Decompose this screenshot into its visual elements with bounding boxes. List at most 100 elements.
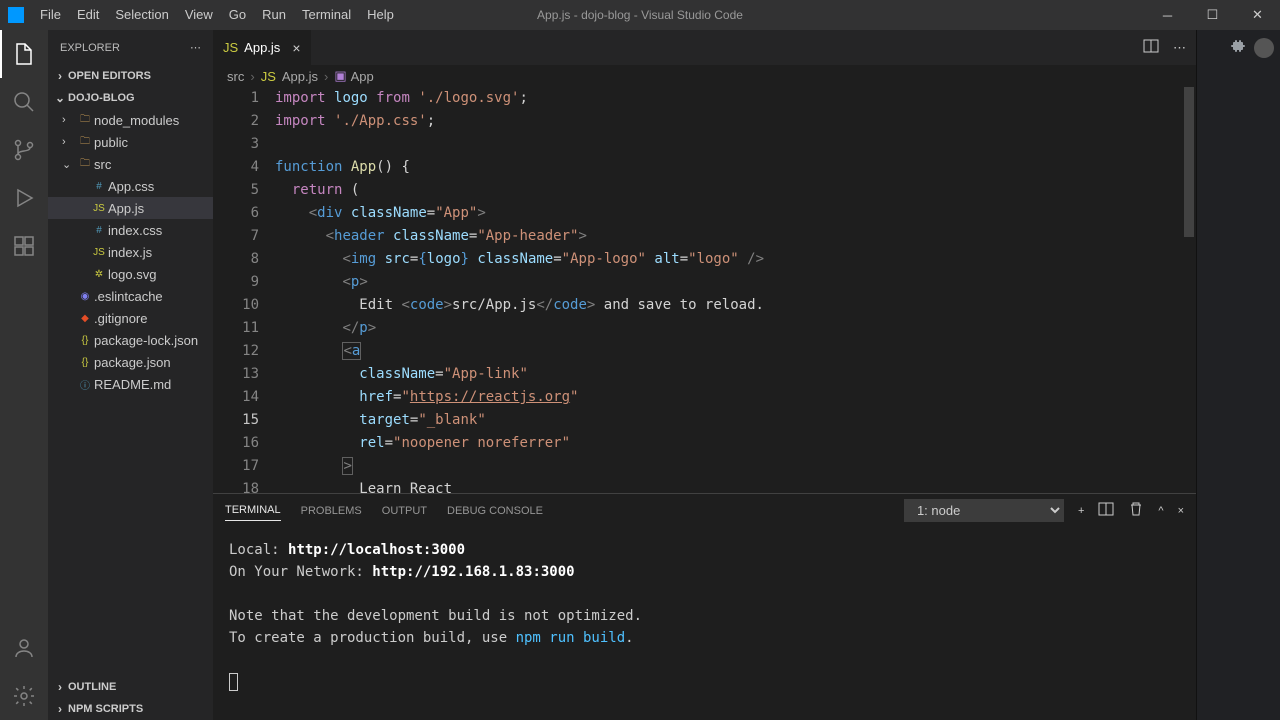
tree-item-App-css[interactable]: #App.css	[48, 175, 213, 197]
section-project[interactable]: ⌄ DOJO-BLOG	[48, 87, 213, 109]
tree-item-package-lock-json[interactable]: {}package-lock.json	[48, 329, 213, 351]
readme-icon: ⓘ	[76, 377, 94, 392]
chevron-right-icon: ›	[324, 69, 328, 84]
activity-debug[interactable]	[0, 174, 48, 222]
more-icon[interactable]: ⋯	[1173, 40, 1186, 56]
close-button[interactable]: ✕	[1235, 0, 1280, 30]
chevron-right-icon: ›	[250, 69, 254, 84]
git-icon: ◆	[76, 313, 94, 324]
folder-icon: 🗀	[76, 134, 94, 151]
chevron-up-icon[interactable]: ^	[1158, 505, 1163, 517]
menu-view[interactable]: View	[177, 0, 221, 30]
terminal-body[interactable]: Local: http://localhost:3000 On Your Net…	[213, 527, 1196, 720]
breadcrumb[interactable]: src › JS App.js › ▣ App	[213, 65, 1196, 87]
account-icon	[12, 636, 36, 660]
vscode-icon	[8, 7, 24, 23]
trash-icon[interactable]	[1128, 501, 1144, 520]
tree-item-logo-svg[interactable]: ✲logo.svg	[48, 263, 213, 285]
js-icon: JS	[90, 247, 108, 258]
sidebar-title: EXPLORER	[60, 42, 120, 54]
tree-item-label: index.css	[108, 223, 162, 238]
close-panel-icon[interactable]: ×	[1178, 505, 1184, 517]
css-icon: #	[90, 225, 108, 236]
extensions-icon	[12, 234, 36, 258]
chevron-right-icon: ›	[52, 702, 68, 716]
section-npm-scripts[interactable]: › NPM SCRIPTS	[48, 698, 213, 720]
extension-avatar-icon[interactable]	[1254, 38, 1274, 58]
terminal-selector[interactable]: 1: node	[904, 499, 1064, 522]
tree-item-label: index.js	[108, 245, 152, 260]
minimize-button[interactable]: ─	[1145, 0, 1190, 30]
activity-settings[interactable]	[0, 672, 48, 720]
tree-item-label: package.json	[94, 355, 171, 370]
titlebar: File Edit Selection View Go Run Terminal…	[0, 0, 1280, 30]
tree-item-README-md[interactable]: ⓘREADME.md	[48, 373, 213, 395]
tree-item-index-js[interactable]: JSindex.js	[48, 241, 213, 263]
section-outline[interactable]: › OUTLINE	[48, 676, 213, 698]
code-content[interactable]: import logo from './logo.svg'; import '.…	[275, 87, 1170, 493]
tab-actions: ⋯	[1143, 30, 1196, 65]
menu-edit[interactable]: Edit	[69, 0, 107, 30]
chevron-right-icon: ›	[62, 114, 76, 126]
tree-item-label: App.js	[108, 201, 144, 216]
menu-terminal[interactable]: Terminal	[294, 0, 359, 30]
terminal-tab-output[interactable]: OUTPUT	[382, 501, 427, 521]
terminal-panel: TERMINAL PROBLEMS OUTPUT DEBUG CONSOLE 1…	[213, 493, 1196, 720]
section-open-editors[interactable]: › OPEN EDITORS	[48, 65, 213, 87]
menu-file[interactable]: File	[32, 0, 69, 30]
line-numbers: 123456789101112131415161718	[213, 87, 275, 493]
tree-item-label: node_modules	[94, 113, 179, 128]
editor-tabs: JS App.js × ⋯	[213, 30, 1196, 65]
menu-bar: File Edit Selection View Go Run Terminal…	[32, 0, 402, 30]
minimap[interactable]	[1170, 87, 1182, 493]
activity-explorer[interactable]	[0, 30, 48, 78]
tree-item-App-js[interactable]: JSApp.js	[48, 197, 213, 219]
tree-item-index-css[interactable]: #index.css	[48, 219, 213, 241]
breadcrumb-item[interactable]: App	[351, 69, 374, 84]
tree-item-node_modules[interactable]: ›🗀node_modules	[48, 109, 213, 131]
json-icon: {}	[76, 335, 94, 346]
split-editor-icon[interactable]	[1143, 38, 1159, 57]
tree-item-public[interactable]: ›🗀public	[48, 131, 213, 153]
sidebar-header: EXPLORER ⋯	[48, 30, 213, 65]
terminal-tab-terminal[interactable]: TERMINAL	[225, 500, 281, 521]
menu-help[interactable]: Help	[359, 0, 402, 30]
chevron-down-icon: ⌄	[62, 158, 76, 171]
scroll-thumb[interactable]	[1184, 87, 1194, 237]
tree-item-package-json[interactable]: {}package.json	[48, 351, 213, 373]
terminal-tab-debug[interactable]: DEBUG CONSOLE	[447, 501, 543, 521]
scrollbar[interactable]	[1182, 87, 1196, 493]
activity-bar	[0, 30, 48, 720]
activity-scm[interactable]	[0, 126, 48, 174]
maximize-button[interactable]: ☐	[1190, 0, 1235, 30]
browser-extensions-strip	[1196, 30, 1280, 720]
new-terminal-icon[interactable]: +	[1078, 505, 1084, 517]
activity-account[interactable]	[0, 624, 48, 672]
js-icon: JS	[223, 40, 238, 55]
tree-item--gitignore[interactable]: ◆.gitignore	[48, 307, 213, 329]
close-icon[interactable]: ×	[292, 40, 300, 56]
editor[interactable]: 123456789101112131415161718 import logo …	[213, 87, 1196, 493]
eslint-icon: ◉	[76, 291, 94, 302]
puzzle-icon[interactable]	[1230, 38, 1246, 712]
tab-app-js[interactable]: JS App.js ×	[213, 30, 312, 65]
menu-go[interactable]: Go	[221, 0, 254, 30]
tree-item-label: src	[94, 157, 111, 172]
split-terminal-icon[interactable]	[1098, 501, 1114, 520]
sidebar-more-icon[interactable]: ⋯	[190, 41, 201, 54]
breadcrumb-item[interactable]: App.js	[282, 69, 318, 84]
menu-run[interactable]: Run	[254, 0, 294, 30]
activity-extensions[interactable]	[0, 222, 48, 270]
chevron-right-icon: ›	[62, 136, 76, 148]
activity-search[interactable]	[0, 78, 48, 126]
css-icon: #	[90, 181, 108, 192]
folder-icon: 🗀	[76, 112, 94, 129]
file-tree: ›🗀node_modules›🗀public⌄🗀src#App.cssJSApp…	[48, 109, 213, 676]
tree-item-src[interactable]: ⌄🗀src	[48, 153, 213, 175]
terminal-tab-problems[interactable]: PROBLEMS	[301, 501, 362, 521]
menu-selection[interactable]: Selection	[107, 0, 176, 30]
breadcrumb-item[interactable]: src	[227, 69, 244, 84]
tab-label: App.js	[244, 40, 280, 55]
tree-item-label: logo.svg	[108, 267, 156, 282]
tree-item--eslintcache[interactable]: ◉.eslintcache	[48, 285, 213, 307]
